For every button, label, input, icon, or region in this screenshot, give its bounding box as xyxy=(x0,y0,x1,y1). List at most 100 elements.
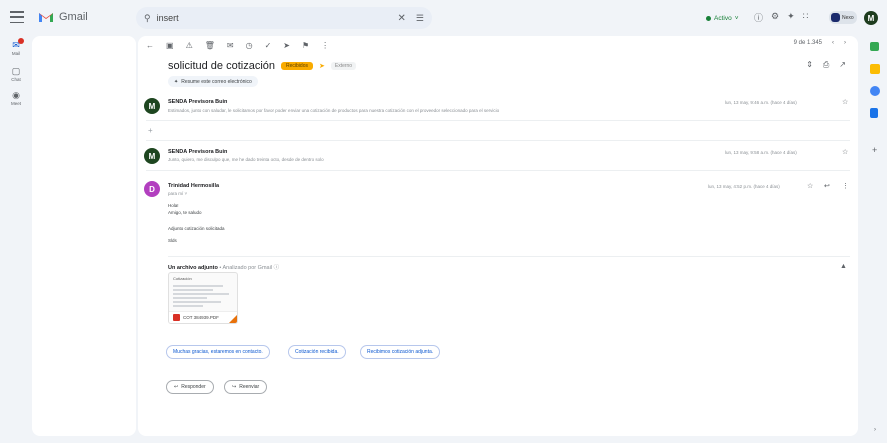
smart-reply-chip[interactable]: Cotización recibida. xyxy=(288,345,346,359)
mail-icon: ✉ xyxy=(12,40,20,50)
star-icon[interactable]: ☆ xyxy=(842,148,848,156)
search-options-icon[interactable]: ☰ xyxy=(416,13,424,24)
inbox-label[interactable]: Recibidos xyxy=(281,62,313,70)
rail-item-label: Chat xyxy=(11,77,21,82)
status-label: Activo xyxy=(714,14,732,22)
summarize-button[interactable]: ✦ Resume este correo electrónico xyxy=(168,76,258,87)
subject-title: solicitud de cotización xyxy=(168,60,276,72)
attachment-card[interactable]: Cotización COT 384939.PDF xyxy=(168,272,238,324)
back-arrow-icon[interactable]: ← xyxy=(146,41,154,50)
expand-panel-icon[interactable]: › xyxy=(874,427,876,433)
unread-badge xyxy=(18,38,24,44)
settings-icon[interactable]: ⚙ xyxy=(771,11,779,24)
meet-icon: ◉ xyxy=(12,90,20,100)
message-recipient[interactable]: para mí ˅ xyxy=(168,191,187,196)
forward-button[interactable]: ↪ Reenviar xyxy=(224,380,268,394)
message-date: lun, 13 may, 9:46 a.m. (hace 4 días) xyxy=(725,100,797,105)
organization-badge[interactable]: Nexo xyxy=(829,11,857,24)
message-sender[interactable]: SENDA Previsora Buin xyxy=(168,149,227,155)
preview-line xyxy=(173,293,229,295)
search-input[interactable]: insert xyxy=(157,13,398,23)
add-addon-icon[interactable]: + xyxy=(872,145,877,155)
status-indicator[interactable]: Activo ˅ xyxy=(700,11,745,25)
reply-button[interactable]: ↩ Responder xyxy=(166,380,214,394)
external-label[interactable]: Externo xyxy=(330,62,357,70)
rail-item-chat[interactable]: ▢ Chat xyxy=(4,66,28,82)
add-to-drive-icon[interactable]: ▲ xyxy=(840,263,847,270)
pager-range: 9 de 1.345 xyxy=(793,40,822,46)
calendar-icon[interactable] xyxy=(870,42,879,51)
open-new-window-icon[interactable]: ↗ xyxy=(839,60,846,70)
message-body-line: Hola! xyxy=(168,203,179,208)
apps-grid-icon[interactable]: ∷ xyxy=(803,11,809,24)
clear-search-icon[interactable]: ✕ xyxy=(398,13,406,24)
info-icon[interactable]: ⓘ xyxy=(274,265,280,271)
contacts-icon[interactable] xyxy=(870,108,878,118)
star-icon[interactable]: ☆ xyxy=(807,182,813,190)
add-task-icon[interactable]: ✓ xyxy=(265,41,272,50)
chevron-down-icon: ˅ xyxy=(734,14,739,22)
message-toolbar: ← ▣ ⚠ 🗑 ✉ ◷ ✓ ➤ ⚑ ⋮ xyxy=(146,38,329,52)
preview-line xyxy=(173,297,207,299)
sender-avatar[interactable]: D xyxy=(144,181,160,197)
account-avatar[interactable]: M xyxy=(864,11,878,25)
smart-reply-chip[interactable]: Recibimos cotización adjunta. xyxy=(360,345,441,359)
label-icon[interactable]: ⚑ xyxy=(302,41,309,50)
message-body-line: Adjunto cotización solicitada xyxy=(168,226,225,231)
gmail-m-icon xyxy=(38,11,54,23)
message-sender[interactable]: SENDA Previsora Buin xyxy=(168,99,227,105)
message-date: lun, 13 may, 4:52 p.m. (hace 4 días) xyxy=(708,184,780,189)
rail-item-mail[interactable]: ✉ Mail xyxy=(4,38,28,56)
delete-icon[interactable]: 🗑 xyxy=(205,41,215,50)
preview-line xyxy=(173,289,213,291)
more-icon[interactable]: ⋮ xyxy=(321,41,329,50)
report-spam-icon[interactable]: ⚠ xyxy=(186,41,193,50)
divider xyxy=(146,140,850,141)
help-icon[interactable]: ⓘ xyxy=(754,11,763,24)
attachment-title: Un archivo adjunto xyxy=(168,265,218,271)
snooze-icon[interactable]: ◷ xyxy=(246,41,253,50)
attachment-footer: COT 384939.PDF xyxy=(169,311,237,323)
gmail-logo[interactable]: Gmail xyxy=(38,11,88,23)
search-icon[interactable]: ⚲ xyxy=(144,13,151,24)
folder-panel xyxy=(32,36,136,436)
top-icons: ⓘ ⚙ ✦ ∷ xyxy=(754,11,808,24)
attachment-filename: COT 384939.PDF xyxy=(183,315,219,320)
message-date: lun, 13 may, 9:58 a.m. (hace 4 días) xyxy=(725,150,797,155)
message-sender[interactable]: Trinidad Hermosilla xyxy=(168,183,219,189)
divider xyxy=(146,170,850,171)
sender-avatar[interactable]: M xyxy=(144,148,160,164)
chat-icon: ▢ xyxy=(11,66,21,76)
forward-label: Reenviar xyxy=(239,384,260,390)
mark-unread-icon[interactable]: ✉ xyxy=(227,41,234,50)
next-icon[interactable]: › xyxy=(844,40,846,46)
rail-item-meet[interactable]: ◉ Meet xyxy=(4,90,28,106)
message-body-line: Slds xyxy=(168,238,177,243)
gemini-icon[interactable]: ✦ xyxy=(787,11,795,24)
organization-logo-icon xyxy=(831,13,840,22)
collapsed-messages-icon[interactable]: + xyxy=(148,126,153,135)
message-snippet[interactable]: Junto, quiero, me disculpo que, me he da… xyxy=(168,157,324,162)
reply-icon[interactable]: ↩ xyxy=(824,182,830,190)
main-menu-button[interactable] xyxy=(10,11,24,23)
message-body-line: Amigo, te saludo xyxy=(168,210,202,215)
sender-avatar[interactable]: M xyxy=(144,98,160,114)
star-icon[interactable]: ☆ xyxy=(842,98,848,106)
smart-reply-chip[interactable]: Muchas gracias, estaremos en contacto. xyxy=(166,345,270,359)
reply-label: Responder xyxy=(181,384,206,390)
more-options-icon[interactable]: ⋮ xyxy=(842,182,849,190)
print-icon[interactable]: ⎙ xyxy=(823,60,829,70)
search-bar[interactable]: ⚲ insert ✕ ☰ xyxy=(136,7,432,29)
previous-icon[interactable]: ‹ xyxy=(832,40,834,46)
attachment-preview-label: Cotización xyxy=(173,276,192,281)
move-to-icon[interactable]: ➤ xyxy=(283,41,290,50)
importance-marker-icon[interactable]: ➤ xyxy=(319,62,325,70)
divider xyxy=(168,256,850,257)
message-snippet[interactable]: Estimados, junto con saludar, le solicit… xyxy=(168,108,568,113)
tasks-icon[interactable] xyxy=(870,86,880,96)
expand-all-icon[interactable]: ⇕ xyxy=(806,60,813,70)
keep-icon[interactable] xyxy=(870,64,880,74)
summarize-label: Resume este correo electrónico xyxy=(181,78,252,85)
archive-icon[interactable]: ▣ xyxy=(166,41,174,50)
preview-line xyxy=(173,285,223,287)
